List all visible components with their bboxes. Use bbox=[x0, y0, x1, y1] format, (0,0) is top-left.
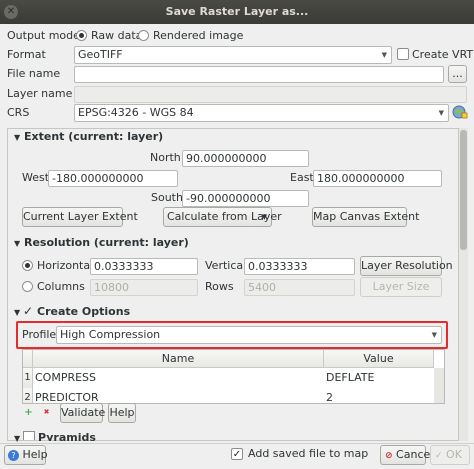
resolution-group-title[interactable]: Resolution (current: layer) bbox=[24, 235, 189, 251]
table-row-number: 2 bbox=[23, 388, 33, 403]
current-layer-extent-button[interactable]: Current Layer Extent bbox=[22, 207, 138, 227]
profile-label: Profile bbox=[22, 328, 57, 341]
table-corner bbox=[23, 350, 33, 368]
table-row-number: 1 bbox=[23, 368, 33, 388]
horizontal-radio[interactable] bbox=[22, 260, 33, 271]
crs-label: CRS bbox=[7, 106, 30, 119]
west-label: West bbox=[22, 171, 50, 184]
north-label: North bbox=[150, 151, 181, 164]
columns-input[interactable]: 10800 bbox=[90, 279, 198, 296]
crs-combo[interactable]: EPSG:4326 - WGS 84 ▼ bbox=[74, 104, 449, 122]
south-label: South bbox=[151, 191, 183, 204]
layer-name-label: Layer name bbox=[7, 87, 73, 100]
crs-value: EPSG:4326 - WGS 84 bbox=[78, 106, 194, 119]
rendered-image-label[interactable]: Rendered image bbox=[153, 28, 243, 44]
ok-label: OK bbox=[446, 448, 462, 461]
raw-data-radio[interactable] bbox=[76, 30, 87, 41]
format-label: Format bbox=[7, 48, 46, 61]
map-canvas-extent-button[interactable]: Map Canvas Extent bbox=[312, 207, 419, 227]
validate-button[interactable]: Validate bbox=[60, 403, 105, 423]
profile-combo[interactable]: High Compression ▼ bbox=[56, 326, 442, 344]
profile-value: High Compression bbox=[60, 328, 161, 341]
footer-separator bbox=[0, 443, 474, 444]
add-to-map-label[interactable]: Add saved file to map bbox=[248, 446, 368, 462]
crs-selector-icon[interactable] bbox=[452, 104, 468, 120]
chevron-down-icon: ▼ bbox=[431, 331, 437, 339]
help-button[interactable]: ? Help bbox=[4, 445, 48, 465]
file-name-input[interactable] bbox=[74, 66, 444, 83]
ok-button[interactable]: ✓ OK bbox=[430, 445, 470, 465]
rows-input[interactable]: 5400 bbox=[244, 279, 355, 296]
scrollbar-thumb[interactable] bbox=[460, 130, 467, 250]
create-options-title[interactable]: Create Options bbox=[37, 304, 130, 320]
chevron-down-icon: ▼ bbox=[438, 109, 444, 117]
layer-name-input[interactable] bbox=[74, 86, 467, 103]
east-input[interactable]: 180.000000000 bbox=[313, 170, 442, 187]
create-vrt-checkbox[interactable] bbox=[397, 48, 409, 60]
vertical-label: Vertical bbox=[205, 259, 247, 272]
south-input[interactable]: -90.000000000 bbox=[182, 190, 309, 207]
add-option-icon[interactable]: + bbox=[22, 406, 35, 419]
cancel-icon: ⊘ bbox=[385, 451, 393, 461]
create-options-table: Name Value 1 COMPRESS DEFLATE 2 PREDICTO… bbox=[22, 349, 445, 404]
chevron-down-icon: ▼ bbox=[261, 213, 267, 221]
horizontal-input[interactable]: 0.0333333 bbox=[90, 258, 198, 275]
window-titlebar: Save Raster Layer as... bbox=[0, 0, 474, 24]
cancel-label: Cancel bbox=[396, 448, 434, 461]
table-cell-value[interactable]: 2 bbox=[324, 388, 434, 403]
create-vrt-label[interactable]: Create VRT bbox=[412, 47, 473, 63]
table-header-value[interactable]: Value bbox=[324, 350, 434, 368]
table-cell-value[interactable]: DEFLATE bbox=[324, 368, 434, 388]
window-title: Save Raster Layer as... bbox=[165, 5, 309, 18]
layer-resolution-button[interactable]: Layer Resolution bbox=[360, 256, 453, 276]
layer-size-button[interactable]: Layer Size bbox=[360, 277, 442, 297]
north-input[interactable]: 90.000000000 bbox=[182, 150, 309, 167]
table-cell-name[interactable]: PREDICTOR bbox=[33, 388, 324, 403]
resolution-collapse-icon[interactable]: ▼ bbox=[14, 239, 20, 248]
raw-data-label[interactable]: Raw data bbox=[91, 28, 142, 44]
output-mode-label: Output mode bbox=[7, 29, 80, 42]
rendered-image-radio[interactable] bbox=[138, 30, 149, 41]
vertical-input[interactable]: 0.0333333 bbox=[244, 258, 355, 275]
east-label: East bbox=[290, 171, 314, 184]
extent-group-title[interactable]: Extent (current: layer) bbox=[24, 129, 163, 145]
west-input[interactable]: -180.000000000 bbox=[48, 170, 178, 187]
create-options-collapse-icon[interactable]: ▼ bbox=[14, 308, 20, 317]
browse-button[interactable]: ... bbox=[448, 65, 467, 83]
extent-collapse-icon[interactable]: ▼ bbox=[14, 133, 20, 142]
help-options-button[interactable]: Help bbox=[108, 403, 136, 423]
format-combo[interactable]: GeoTIFF ▼ bbox=[74, 46, 392, 64]
rows-label: Rows bbox=[205, 280, 234, 293]
horizontal-label[interactable]: Horizontal bbox=[37, 258, 93, 274]
table-header-name[interactable]: Name bbox=[33, 350, 324, 368]
table-cell-name[interactable]: COMPRESS bbox=[33, 368, 324, 388]
ok-check-icon: ✓ bbox=[435, 451, 443, 461]
columns-label[interactable]: Columns bbox=[37, 279, 85, 295]
help-label: Help bbox=[22, 448, 48, 461]
add-to-map-checkbox[interactable]: ✓ bbox=[231, 448, 243, 460]
remove-option-icon[interactable]: ✖ bbox=[40, 406, 53, 419]
pyramids-collapse-icon[interactable]: ▼ bbox=[14, 434, 20, 443]
pyramids-title[interactable]: Pyramids bbox=[38, 430, 96, 441]
create-options-check-icon[interactable]: ✓ bbox=[23, 303, 33, 319]
cancel-button[interactable]: ⊘ Cancel bbox=[380, 445, 433, 465]
columns-radio[interactable] bbox=[22, 281, 33, 292]
table-scrollbar[interactable] bbox=[434, 368, 444, 403]
pyramids-checkbox[interactable] bbox=[23, 431, 35, 440]
chevron-down-icon: ▼ bbox=[381, 51, 387, 59]
calculate-from-layer-button[interactable]: Calculate from Layer ▼ bbox=[163, 207, 282, 227]
file-name-label: File name bbox=[7, 67, 61, 80]
help-icon: ? bbox=[8, 449, 19, 461]
close-icon[interactable]: ✕ bbox=[4, 5, 18, 19]
format-value: GeoTIFF bbox=[78, 48, 123, 61]
